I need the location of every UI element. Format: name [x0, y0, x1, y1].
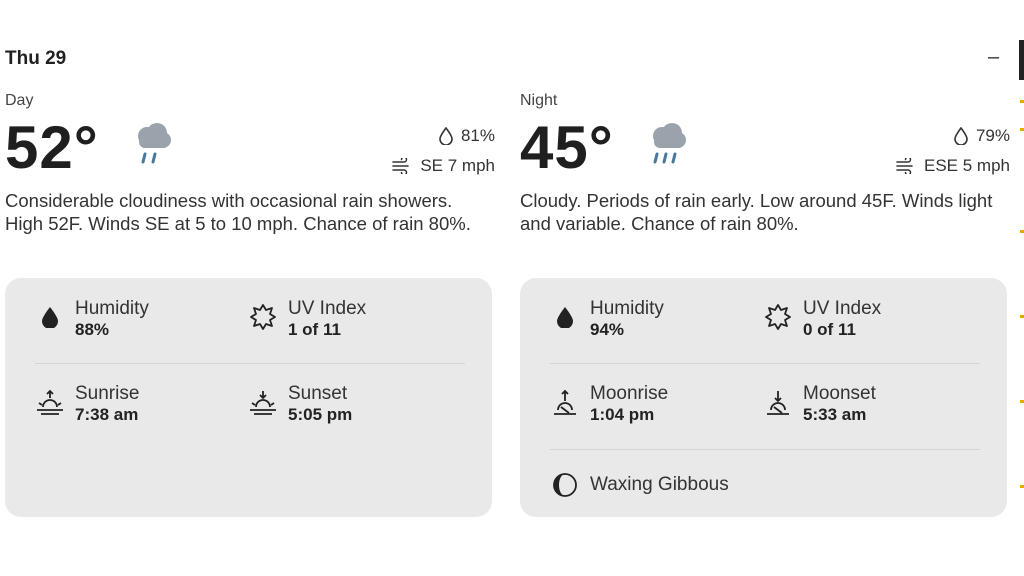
- moonset-icon: [767, 391, 789, 415]
- uv-index-value: 1 of 11: [288, 320, 341, 339]
- humidity-value: 79%: [975, 126, 1010, 145]
- humidity-label: Humidity: [590, 298, 664, 319]
- moonrise-detail: Moonrise 1:04 pm: [550, 383, 668, 425]
- sun-outline-icon: [765, 304, 791, 330]
- moonrise-label: Moonrise: [590, 383, 669, 404]
- drop-filled-icon: [42, 307, 58, 328]
- divider: [550, 449, 980, 450]
- humidity-detail-value: 94%: [590, 320, 625, 339]
- divider: [550, 363, 980, 364]
- humidity-detail: Humidity 94%: [550, 298, 664, 340]
- humidity-label: Humidity: [75, 298, 149, 319]
- sunset-detail: Sunset 5:05 pm: [248, 383, 352, 425]
- humidity-detail-value: 88%: [75, 320, 110, 339]
- moonset-value: 5:33 am: [803, 405, 867, 424]
- sunrise-label: Sunrise: [75, 383, 140, 404]
- uv-index-detail: UV Index 1 of 11: [248, 298, 366, 340]
- minus-icon: –: [988, 46, 1000, 68]
- forecast-description: Considerable cloudiness with occasional …: [5, 190, 471, 234]
- date-heading: Thu 29: [5, 48, 67, 69]
- period-label: Night: [520, 92, 558, 109]
- period-label: Day: [5, 92, 34, 109]
- moonset-detail: Moonset 5:33 am: [763, 383, 876, 425]
- uv-index-detail: UV Index 0 of 11: [763, 298, 881, 340]
- wind-stat: SE 7 mph: [392, 156, 495, 176]
- sun-outline-icon: [250, 304, 276, 330]
- wind-value: SE 7 mph: [420, 156, 495, 175]
- moon-phase-detail: Waxing Gibbous: [550, 470, 729, 500]
- uv-index-value: 0 of 11: [803, 320, 856, 339]
- moon-phase-label: Waxing Gibbous: [590, 474, 729, 495]
- sunset-label: Sunset: [288, 383, 348, 404]
- wind-value: ESE 5 mph: [924, 156, 1010, 175]
- drop-icon: [954, 127, 968, 145]
- humidity-value: 81%: [460, 126, 495, 145]
- wind-stat: ESE 5 mph: [896, 156, 1010, 176]
- wind-icon: [392, 158, 410, 174]
- uv-index-label: UV Index: [803, 298, 882, 319]
- waxing-gibbous-moon-icon: [553, 473, 577, 497]
- temperature: 52°: [5, 114, 99, 181]
- sunrise-detail: Sunrise 7:38 am: [35, 383, 139, 425]
- moonrise-value: 1:04 pm: [590, 405, 655, 424]
- drop-filled-icon: [557, 307, 573, 328]
- sunrise-value: 7:38 am: [75, 405, 139, 424]
- moonset-label: Moonset: [803, 383, 876, 404]
- sunset-value: 5:05 pm: [288, 405, 353, 424]
- collapse-button[interactable]: –: [988, 46, 999, 69]
- edge-markers: [1020, 100, 1024, 560]
- temperature: 45°: [520, 114, 614, 181]
- wind-icon: [896, 158, 913, 174]
- divider: [35, 363, 465, 364]
- forecast-description: Cloudy. Periods of rain early. Low aroun…: [520, 190, 993, 234]
- sunrise-icon: [37, 389, 63, 415]
- uv-index-label: UV Index: [288, 298, 367, 319]
- moonrise-icon: [554, 389, 576, 415]
- rain-cloud-icon: [138, 123, 171, 164]
- day-details-card: Humidity 88% UV Index 1 of 11 Sunrise 7:…: [5, 278, 492, 517]
- rain-cloud-icon: [653, 123, 686, 164]
- humidity-stat: 79%: [954, 126, 1010, 146]
- scroll-edge: [1019, 40, 1024, 80]
- humidity-stat: 81%: [439, 126, 495, 146]
- night-details-card: Humidity 94% UV Index 0 of 11 Moonrise 1…: [520, 278, 1007, 517]
- drop-icon: [439, 127, 453, 145]
- humidity-detail: Humidity 88%: [35, 298, 149, 340]
- sunset-icon: [250, 391, 276, 415]
